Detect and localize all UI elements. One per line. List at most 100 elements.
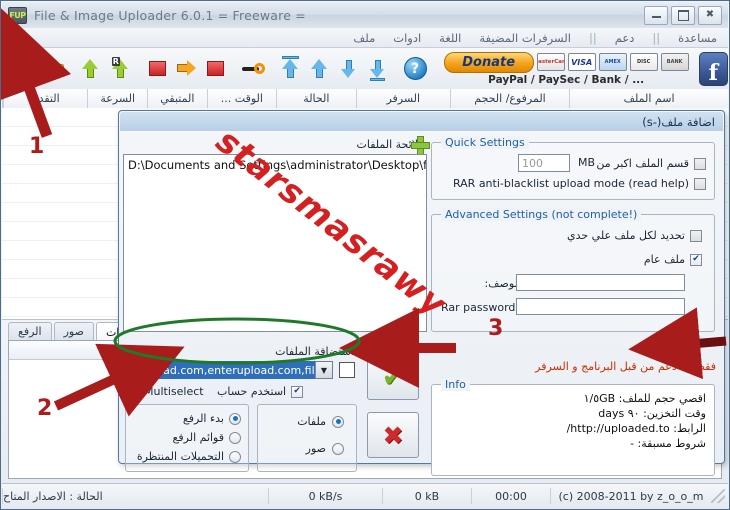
- file-list-label: لائحة الملفات: [356, 138, 418, 151]
- maximize-button[interactable]: [671, 5, 695, 25]
- annotation-marker-2: 2: [37, 396, 53, 421]
- multiselect-row: Multiselect: [127, 385, 204, 398]
- green-plus-icon: [411, 136, 430, 155]
- menu-separator-2: ||: [589, 30, 597, 45]
- quick-settings-group: Quick Settings قسم الملف اكبر من 100 MB …: [431, 136, 715, 200]
- blue-down-arrow-icon: [341, 59, 356, 78]
- resize-grip-icon[interactable]: [711, 489, 725, 503]
- column-header-progress[interactable]: التقدم: [3, 89, 87, 108]
- radio-images-label: صور: [305, 442, 326, 455]
- hosting-combo[interactable]: duckload.com,enterupload.com,filekeep ▼: [123, 361, 333, 379]
- column-header-remaining[interactable]: المتبقي: [147, 89, 207, 108]
- radio-row-images[interactable]: صور: [306, 442, 344, 455]
- list-item[interactable]: D:\Documents and Settings\administrator\…: [124, 155, 426, 175]
- rar-password-input[interactable]: [516, 298, 685, 315]
- column-header-speed[interactable]: السرعة: [87, 89, 147, 108]
- menu-item-support[interactable]: دعم: [612, 30, 638, 46]
- dialog-add-file-button[interactable]: [411, 136, 430, 155]
- info-group: Info اقصي حجم للملف: ١/٥GB وقت التخزين: …: [431, 378, 715, 476]
- toolbar-stop-all-button[interactable]: [201, 51, 230, 87]
- toolbar-move-up-button[interactable]: [305, 51, 334, 87]
- toolbar-move-bottom-button[interactable]: [363, 51, 392, 87]
- blue-up-top-arrow-icon: [281, 56, 299, 78]
- dialog-file-list[interactable]: D:\Documents and Settings\administrator\…: [123, 154, 427, 332]
- radio-row-start-upload[interactable]: بدء الرفع: [183, 412, 241, 425]
- action-radio-group: بدء الرفع قوائم الرفع التحميلات المنتظرة: [125, 404, 249, 472]
- radio-row-files[interactable]: ملفات: [297, 415, 344, 428]
- radio-pending-downloads-label: التحميلات المنتظرة: [136, 450, 224, 463]
- dialog-body: لائحة الملفات D:\Documents and Settings\…: [119, 132, 724, 476]
- per-file-checkbox[interactable]: [690, 229, 702, 242]
- ok-button[interactable]: ✔: [367, 354, 419, 400]
- menu-item-language[interactable]: اللغة: [436, 30, 464, 46]
- split-file-label: قسم الملف اكبر من: [596, 157, 689, 170]
- window-controls: ✖: [644, 5, 722, 25]
- type-radio-group: ملفات صور: [257, 404, 357, 472]
- toolbar-add-files-button[interactable]: [10, 51, 39, 87]
- green-up-arrow-rar-icon: R: [111, 57, 129, 78]
- column-header-time[interactable]: الوقت ...: [206, 89, 277, 108]
- menu-separator-1: ||: [652, 30, 661, 45]
- wrench-icon: [241, 62, 265, 75]
- radio-row-pending-downloads[interactable]: التحميلات المنتظرة: [137, 450, 241, 463]
- column-header-filename[interactable]: اسم الملف: [569, 89, 728, 108]
- menu-item-hosts[interactable]: السرفرات المضيفة: [476, 30, 574, 46]
- column-header-status[interactable]: الحالة: [276, 89, 355, 108]
- column-header-uploaded-size[interactable]: المرفوع/ الحجم: [449, 89, 569, 108]
- use-account-checkbox[interactable]: [291, 385, 304, 398]
- tab-upload[interactable]: الرفع: [8, 322, 52, 340]
- server-support-note: فقط اذا دُعم من قبل البرنامج و السرفر: [535, 360, 716, 373]
- split-file-checkbox[interactable]: [694, 157, 706, 170]
- status-time: 00:00: [471, 488, 550, 504]
- menu-item-tools[interactable]: ادوات: [390, 30, 424, 46]
- annotation-marker-1: 1: [29, 134, 45, 159]
- cancel-button[interactable]: ✖: [367, 412, 419, 458]
- public-file-checkbox[interactable]: [690, 253, 702, 266]
- info-line-link: الرابط: http://uploaded.to/: [566, 422, 706, 435]
- radio-row-upload-lists[interactable]: قوائم الرفع: [173, 431, 241, 444]
- description-input[interactable]: [516, 274, 685, 291]
- toolbar-settings-button[interactable]: [238, 51, 267, 87]
- green-up-arrow-icon: [82, 59, 99, 78]
- status-text: الحالة : الاصدار المتاح: [2, 488, 268, 504]
- donate-button[interactable]: Donate: [443, 51, 534, 73]
- rar-mode-checkbox[interactable]: [694, 177, 706, 190]
- radio-images[interactable]: [332, 442, 344, 455]
- donate-row: Donate MasterCard VISA AMEX DISC BANK: [443, 51, 689, 73]
- facebook-icon[interactable]: f: [698, 51, 729, 86]
- blue-down-bottom-arrow-icon: [370, 59, 386, 81]
- toolbar-upload-rar-button[interactable]: R: [106, 51, 135, 87]
- per-file-label: تحديد لكل ملف علي حدي: [567, 229, 685, 242]
- question-mark-icon: ?: [403, 57, 427, 80]
- multiselect-checkbox[interactable]: [127, 385, 139, 398]
- column-header-server[interactable]: السرفر: [355, 89, 450, 108]
- toolbar-move-down-button[interactable]: [334, 51, 363, 87]
- rar-mode-row: RAR anti-blacklist upload mode (read hel…: [453, 177, 706, 190]
- toolbar-add-folder-button[interactable]: +: [39, 51, 68, 87]
- radio-pending-downloads[interactable]: [229, 450, 241, 463]
- checkmark-icon: ✔: [381, 361, 405, 393]
- radio-start-upload[interactable]: [229, 412, 241, 425]
- annotation-marker-3: 3: [488, 316, 504, 341]
- minimize-button[interactable]: [644, 5, 668, 25]
- toolbar-help-button[interactable]: ?: [400, 51, 429, 87]
- menu-item-help[interactable]: مساعدة: [675, 30, 720, 46]
- toolbar-move-top-button[interactable]: [276, 51, 305, 87]
- use-account-row: استخدم حساب: [217, 385, 304, 398]
- hosting-label: استضافة الملفات: [275, 345, 354, 358]
- radio-files[interactable]: [332, 415, 344, 428]
- app-icon: FUP: [8, 6, 27, 24]
- cross-icon: ✖: [382, 420, 404, 450]
- hosting-extra-checkbox[interactable]: [339, 362, 355, 378]
- toolbar-upload-button[interactable]: [76, 51, 105, 87]
- close-button[interactable]: ✖: [698, 5, 722, 25]
- per-file-row: تحديد لكل ملف علي حدي: [567, 229, 702, 242]
- tab-images[interactable]: صور: [53, 322, 94, 340]
- radio-upload-lists[interactable]: [229, 431, 241, 444]
- toolbar-resume-button[interactable]: [172, 51, 201, 87]
- window-title: File & Image Uploader 6.0.1 = Freeware =: [34, 7, 306, 23]
- toolbar-stop-button[interactable]: [143, 51, 172, 87]
- chevron-down-icon[interactable]: ▼: [315, 362, 332, 378]
- menu-item-file[interactable]: ملف: [350, 30, 378, 46]
- split-size-input[interactable]: 100: [518, 154, 570, 172]
